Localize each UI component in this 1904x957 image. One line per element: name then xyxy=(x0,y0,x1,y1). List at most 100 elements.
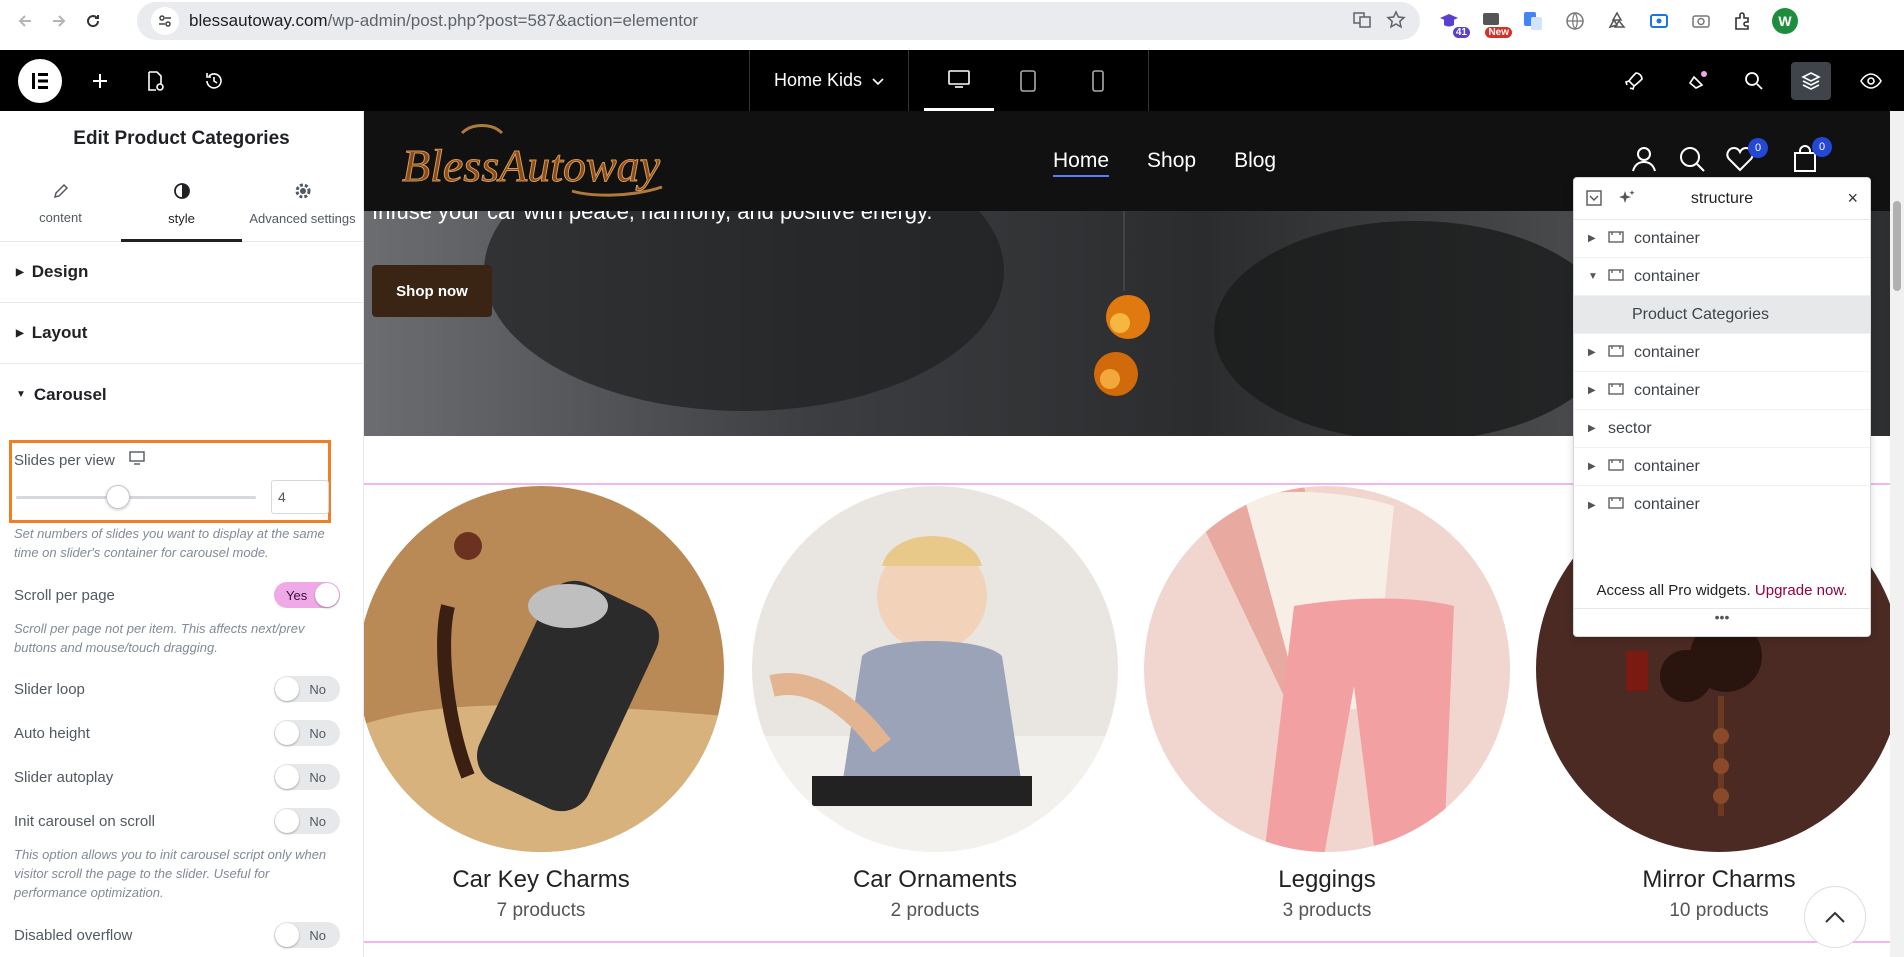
chevron-up-icon xyxy=(1825,911,1845,923)
caret-down-icon: ▼ xyxy=(16,389,26,400)
caret-down-icon[interactable]: ▼ xyxy=(1588,271,1598,282)
page-settings-icon[interactable] xyxy=(141,67,169,95)
section-design[interactable]: ▶ Design xyxy=(0,242,363,303)
category-card[interactable]: Leggings 3 products xyxy=(1142,486,1512,922)
user-icon[interactable] xyxy=(1630,145,1658,178)
navigator-row-selected[interactable]: Product Categories xyxy=(1574,296,1870,334)
slider-autoplay-toggle[interactable]: No xyxy=(274,764,340,790)
navigator-row[interactable]: ▶ container xyxy=(1574,372,1870,410)
caret-right-icon[interactable]: ▶ xyxy=(1588,233,1598,244)
panel-tabs: content style Advanced settings xyxy=(0,167,363,242)
publish-rocket-icon[interactable] xyxy=(1614,62,1654,100)
navigator-title: structure xyxy=(1690,189,1754,207)
upgrade-link[interactable]: Upgrade now. xyxy=(1755,582,1848,599)
new-extension-icon[interactable]: New xyxy=(1476,6,1512,38)
navigator-row[interactable]: ▶ container xyxy=(1574,334,1870,372)
caret-right-icon[interactable]: ▶ xyxy=(1588,347,1598,358)
slider-autoplay-row: Slider autoplay No xyxy=(14,764,340,790)
section-carousel[interactable]: ▼ Carousel xyxy=(0,364,363,425)
graduation-cap-icon[interactable]: 41 xyxy=(1434,6,1470,38)
init-carousel-toggle[interactable]: No xyxy=(274,808,340,834)
caret-right-icon[interactable]: ▶ xyxy=(1588,385,1598,396)
caret-right-icon[interactable]: ▶ xyxy=(1588,500,1598,511)
panel-title: Edit Product Categories xyxy=(73,128,290,149)
search-icon[interactable] xyxy=(1734,62,1774,100)
scrollbar-thumb[interactable] xyxy=(1893,201,1901,291)
puzzle-extensions-icon[interactable] xyxy=(1728,6,1758,36)
navigator-row[interactable]: ▶ container xyxy=(1574,448,1870,486)
slides-per-view-slider-handle[interactable] xyxy=(106,485,130,509)
ai-sparkle-icon[interactable] xyxy=(1618,189,1636,212)
tab-content[interactable]: content xyxy=(0,167,121,241)
desktop-responsive-icon[interactable] xyxy=(129,451,145,469)
search-icon[interactable] xyxy=(1678,145,1706,178)
toggle-text: Yes xyxy=(286,587,308,603)
globe-icon[interactable] xyxy=(1560,6,1590,36)
structure-navigator: structure × ▶ container ▼ container Produc… xyxy=(1573,177,1871,637)
contrast-icon xyxy=(173,182,191,203)
history-icon[interactable] xyxy=(200,67,228,95)
navigator-row[interactable]: ▶ container xyxy=(1574,220,1870,258)
disabled-overflow-toggle[interactable]: No xyxy=(274,922,340,948)
recycle-icon[interactable] xyxy=(1602,6,1632,36)
category-card[interactable]: Car Key Charms 7 products xyxy=(364,486,726,922)
scroll-per-page-row: Scroll per page Yes xyxy=(14,582,340,608)
google-translate-icon[interactable] xyxy=(1518,6,1548,36)
wishlist-heart-icon[interactable]: 0 xyxy=(1726,138,1768,177)
scroll-per-page-toggle[interactable]: Yes xyxy=(274,582,340,608)
scroll-to-top-button[interactable] xyxy=(1804,886,1866,948)
elementor-logo-icon[interactable] xyxy=(18,59,62,103)
forward-button[interactable] xyxy=(42,4,76,38)
structure-layers-icon[interactable] xyxy=(1791,62,1831,100)
caret-right-icon[interactable]: ▶ xyxy=(1588,423,1598,434)
section-layout[interactable]: ▶ Layout xyxy=(0,303,363,364)
address-bar[interactable]: blessautoway.com/wp-admin/post.php?post=… xyxy=(137,2,1420,40)
navigator-row[interactable]: ▼ container xyxy=(1574,258,1870,296)
scroll-per-page-hint: Scroll per page not per item. This affec… xyxy=(14,621,305,655)
nav-blog[interactable]: Blog xyxy=(1234,149,1276,177)
slider-loop-toggle[interactable]: No xyxy=(274,676,340,702)
nav-shop[interactable]: Shop xyxy=(1147,149,1196,177)
add-element-icon[interactable] xyxy=(86,67,114,95)
category-card[interactable]: Car Ornaments 2 products xyxy=(750,486,1120,922)
category-image xyxy=(752,486,1118,852)
page-selector[interactable]: Home Kids xyxy=(749,50,909,111)
mobile-view-button[interactable] xyxy=(1063,50,1133,111)
nav-home[interactable]: Home xyxy=(1053,149,1110,177)
camera-icon[interactable] xyxy=(1686,6,1716,36)
navigator-header: structure × xyxy=(1574,178,1870,220)
auto-height-toggle[interactable]: No xyxy=(274,720,340,746)
navigator-row[interactable]: ▶ sector xyxy=(1574,410,1870,448)
profile-avatar[interactable]: W xyxy=(1770,6,1800,36)
notifications-icon[interactable] xyxy=(1677,62,1717,100)
screen-record-icon[interactable] xyxy=(1644,6,1674,36)
cart-bag-icon[interactable]: 0 xyxy=(1792,137,1832,178)
category-name: Car Key Charms xyxy=(452,866,630,893)
bookmark-star-icon[interactable] xyxy=(1386,10,1406,35)
navigator-row[interactable]: ▶ container xyxy=(1574,486,1870,524)
shop-now-button[interactable]: Shop now xyxy=(372,265,492,317)
back-button[interactable] xyxy=(8,4,42,38)
tab-advanced[interactable]: Advanced settings xyxy=(242,167,363,241)
preview-eye-icon[interactable] xyxy=(1851,62,1891,100)
translate-icon[interactable] xyxy=(1352,10,1372,35)
page-scrollbar[interactable] xyxy=(1890,111,1904,957)
tab-label: style xyxy=(168,211,195,226)
resize-handle[interactable]: ••• xyxy=(1574,608,1870,625)
section-border-bottom xyxy=(364,941,1890,943)
desktop-view-button[interactable] xyxy=(924,50,994,111)
slides-per-view-input[interactable]: 4 xyxy=(271,480,329,514)
site-logo[interactable]: BlessAutoway xyxy=(392,119,692,209)
collapse-all-icon[interactable] xyxy=(1586,190,1602,211)
tab-style[interactable]: style xyxy=(121,167,242,242)
close-icon[interactable]: × xyxy=(1847,188,1858,209)
site-settings-icon[interactable] xyxy=(151,7,179,35)
url-domain: blessautoway.com xyxy=(189,11,328,30)
elementor-topbar: Home Kids xyxy=(0,50,1904,111)
slides-per-view-slider-track[interactable] xyxy=(16,496,256,499)
reload-button[interactable] xyxy=(76,4,110,38)
tablet-view-button[interactable] xyxy=(993,50,1063,111)
caret-right-icon[interactable]: ▶ xyxy=(1588,461,1598,472)
category-name: Leggings xyxy=(1278,866,1376,893)
section-label: Carousel xyxy=(33,384,107,404)
